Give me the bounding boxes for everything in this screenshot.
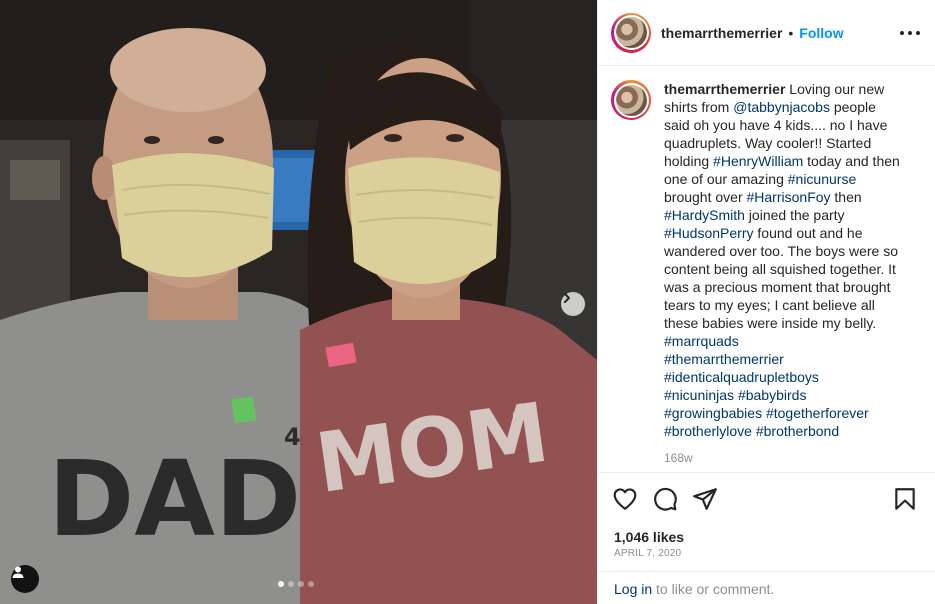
hashtag-link[interactable]: #HarrisonFoy: [747, 189, 831, 205]
caption-text: themarrthemerrier Loving our new shirts …: [664, 80, 904, 467]
post-photo[interactable]: DAD 4 MOM 4: [0, 0, 597, 604]
hashtag-link[interactable]: #nicuninjas: [664, 387, 734, 403]
divider: [598, 571, 935, 572]
action-bar: [612, 486, 922, 512]
author-username[interactable]: themarrthemerrier: [661, 25, 782, 41]
chevron-right-icon: [564, 293, 570, 303]
bookmark-icon: [895, 488, 915, 510]
comment-button[interactable]: [652, 486, 678, 512]
carousel-indicator: [278, 581, 314, 587]
follow-button[interactable]: Follow: [799, 25, 843, 41]
post-date[interactable]: APRIL 7, 2020: [614, 548, 681, 559]
hashtag-link[interactable]: #HenryWilliam: [713, 153, 803, 169]
tagged-users-button[interactable]: [11, 565, 39, 593]
header-separator: •: [788, 24, 794, 41]
hashtag-link[interactable]: #HardySmith: [664, 207, 745, 223]
carousel-dot: [288, 581, 294, 587]
hashtag-link[interactable]: #marrquads: [664, 333, 739, 349]
instagram-post: DAD 4 MOM 4 themarrthemerrier • Follow t…: [0, 0, 935, 604]
divider: [598, 472, 935, 473]
hashtag-link[interactable]: #nicunurse: [788, 171, 857, 187]
carousel-dot: [298, 581, 304, 587]
like-count[interactable]: 1,046 likes: [614, 529, 684, 545]
hashtag-link[interactable]: #brotherlylove: [664, 423, 752, 439]
carousel-dot-active: [278, 581, 284, 587]
more-options-button[interactable]: [900, 24, 920, 42]
hashtag-link[interactable]: #brotherbond: [756, 423, 839, 439]
hashtag-link[interactable]: #themarrthemerrier: [664, 351, 784, 367]
carousel-dot: [308, 581, 314, 587]
login-link[interactable]: Log in: [614, 581, 652, 597]
hashtag-link[interactable]: #HudsonPerry: [664, 225, 754, 241]
login-prompt: Log in to like or comment.: [614, 581, 775, 597]
user-tag-icon: [12, 566, 24, 578]
hashtag-link[interactable]: #togetherforever: [766, 405, 869, 421]
save-button[interactable]: [892, 486, 918, 512]
mention-link[interactable]: @tabbynjacobs: [733, 99, 830, 115]
hashtag-link[interactable]: #babybirds: [738, 387, 807, 403]
photo-illustration: DAD 4 MOM 4: [0, 0, 597, 604]
like-button[interactable]: [612, 486, 638, 512]
comment-icon: [654, 487, 677, 511]
heart-icon: [613, 488, 637, 510]
paper-plane-icon: [693, 488, 717, 510]
caption-avatar[interactable]: [611, 80, 651, 120]
caption: themarrthemerrier Loving our new shirts …: [611, 80, 929, 467]
more-horizontal-icon: [900, 31, 904, 35]
avatar-image: [615, 84, 647, 116]
hashtag-link[interactable]: #growingbabies: [664, 405, 762, 421]
post-side-panel: themarrthemerrier • Follow themarrthemer…: [597, 0, 935, 604]
author-avatar[interactable]: [611, 12, 651, 53]
post-time-ago[interactable]: 168w: [664, 449, 904, 467]
post-header: themarrthemerrier • Follow: [598, 0, 935, 66]
share-button[interactable]: [692, 486, 718, 512]
next-photo-button[interactable]: [561, 292, 585, 316]
avatar-image: [615, 17, 647, 48]
hashtag-link[interactable]: #identicalquadrupletboys: [664, 369, 819, 385]
caption-username[interactable]: themarrthemerrier: [664, 81, 785, 97]
